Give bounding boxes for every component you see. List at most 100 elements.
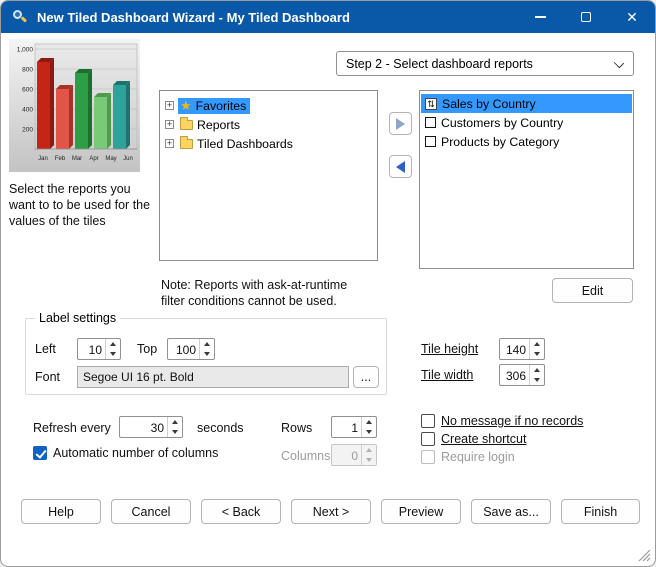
- help-button[interactable]: Help: [21, 499, 101, 524]
- close-icon: ✕: [626, 10, 638, 24]
- columns-spinner: 0: [331, 444, 377, 466]
- finish-button[interactable]: Finish: [561, 499, 640, 524]
- no-message-checkbox[interactable]: No message if no records: [421, 414, 583, 428]
- tile-height-label: Tile height: [421, 342, 478, 356]
- resize-grip[interactable]: [638, 549, 651, 562]
- titlebar[interactable]: New Tiled Dashboard Wizard - My Tiled Da…: [1, 1, 655, 33]
- rows-spinner[interactable]: 1: [331, 416, 377, 438]
- edit-button[interactable]: Edit: [552, 278, 633, 303]
- report-box-icon: [425, 117, 436, 128]
- refresh-value[interactable]: 30: [120, 417, 167, 437]
- step-caption: Select the reports you want to to be use…: [9, 181, 157, 229]
- top-label: Top: [137, 342, 157, 356]
- spinner-down-icon[interactable]: [530, 349, 544, 359]
- spinner-up-icon[interactable]: [362, 417, 376, 427]
- refresh-spinner[interactable]: 30: [119, 416, 183, 438]
- tree-item-favorites[interactable]: + ★Favorites: [160, 96, 377, 115]
- spinner-down-icon[interactable]: [362, 427, 376, 437]
- spinner-up-icon: [362, 445, 376, 455]
- chart-ytick: 600: [22, 87, 33, 94]
- checkbox-icon: [421, 450, 435, 464]
- minimize-icon: [535, 16, 546, 18]
- top-value[interactable]: 100: [168, 339, 199, 359]
- tile-width-label: Tile width: [421, 368, 473, 382]
- chart-thumbnail-image: 1,000 800 600 400 200 Jan Feb Mar Apr Ma…: [9, 39, 140, 172]
- expand-plus-icon[interactable]: +: [165, 101, 174, 110]
- left-label: Left: [35, 342, 56, 356]
- back-button[interactable]: < Back: [201, 499, 281, 524]
- add-report-button[interactable]: [389, 112, 412, 135]
- checkbox-icon[interactable]: [421, 414, 435, 428]
- spinner-up-icon[interactable]: [106, 339, 120, 349]
- spinner-arrows: [167, 417, 182, 437]
- tree-selection: Reports: [178, 117, 244, 133]
- list-item-products-by-category[interactable]: Products by Category: [421, 132, 632, 151]
- app-magnifier-icon: [12, 9, 28, 25]
- preview-button[interactable]: Preview: [381, 499, 461, 524]
- report-box-icon: [425, 136, 436, 147]
- chart-ytick: 400: [22, 107, 33, 114]
- save-as-button[interactable]: Save as...: [471, 499, 551, 524]
- report-tree: + ★Favorites + Reports + Tiled Dashboard…: [159, 90, 378, 261]
- tile-height-value[interactable]: 140: [500, 339, 529, 359]
- chart-xtick: Jan: [38, 156, 48, 162]
- tree-item-reports[interactable]: + Reports: [160, 115, 377, 134]
- top-spinner[interactable]: 100: [167, 338, 215, 360]
- spinner-arrows: [361, 417, 376, 437]
- tree-item-label: Tiled Dashboards: [197, 137, 293, 151]
- spinner-up-icon[interactable]: [200, 339, 214, 349]
- window-controls: ✕: [517, 1, 655, 33]
- columns-value: 0: [332, 445, 361, 465]
- spinner-arrows: [199, 339, 214, 359]
- rows-value[interactable]: 1: [332, 417, 361, 437]
- expand-plus-icon[interactable]: +: [165, 139, 174, 148]
- maximize-button[interactable]: [563, 1, 609, 33]
- list-item-customers-by-country[interactable]: Customers by Country: [421, 113, 632, 132]
- font-browse-button[interactable]: ...: [353, 366, 379, 388]
- selected-reports-list: ⇅ Sales by Country Customers by Country …: [419, 90, 634, 269]
- no-message-label: No message if no records: [441, 414, 583, 428]
- close-button[interactable]: ✕: [609, 1, 655, 33]
- create-shortcut-checkbox[interactable]: Create shortcut: [421, 432, 526, 446]
- spinner-arrows: [361, 445, 376, 465]
- cancel-button[interactable]: Cancel: [111, 499, 191, 524]
- font-label: Font: [35, 370, 60, 384]
- chart-xtick: Jun: [123, 156, 133, 162]
- list-item-label: Products by Category: [441, 135, 559, 149]
- refresh-every-label: Refresh every: [33, 421, 111, 435]
- tile-width-value[interactable]: 306: [500, 365, 529, 385]
- updown-icon: ⇅: [425, 98, 437, 110]
- left-value[interactable]: 10: [78, 339, 105, 359]
- label-settings-legend: Label settings: [35, 311, 120, 325]
- tile-width-spinner[interactable]: 306: [499, 364, 545, 386]
- checkbox-icon[interactable]: [33, 446, 47, 460]
- checkbox-icon[interactable]: [421, 432, 435, 446]
- spinner-up-icon[interactable]: [168, 417, 182, 427]
- spinner-up-icon[interactable]: [530, 365, 544, 375]
- list-item-sales-by-country[interactable]: ⇅ Sales by Country: [421, 94, 632, 113]
- spinner-up-icon[interactable]: [530, 339, 544, 349]
- step-selector-dropdown[interactable]: Step 2 - Select dashboard reports: [336, 51, 634, 76]
- step-selector-value: Step 2 - Select dashboard reports: [346, 57, 533, 71]
- remove-report-button[interactable]: [389, 155, 412, 178]
- spinner-down-icon[interactable]: [168, 427, 182, 437]
- maximize-icon: [581, 12, 591, 22]
- spinner-down-icon[interactable]: [530, 375, 544, 385]
- folder-icon: [180, 120, 193, 130]
- tile-height-spinner[interactable]: 140: [499, 338, 545, 360]
- expand-plus-icon[interactable]: +: [165, 120, 174, 129]
- require-login-checkbox: Require login: [421, 450, 515, 464]
- minimize-button[interactable]: [517, 1, 563, 33]
- list-item-label: Sales by Country: [442, 97, 536, 111]
- require-login-label: Require login: [441, 450, 515, 464]
- auto-columns-checkbox[interactable]: Automatic number of columns: [33, 446, 218, 460]
- tree-item-tiled-dashboards[interactable]: + Tiled Dashboards: [160, 134, 377, 153]
- chevron-down-icon: [614, 58, 624, 68]
- runtime-filter-note: Note: Reports with ask-at-runtime filter…: [161, 277, 401, 310]
- auto-columns-label: Automatic number of columns: [53, 446, 218, 460]
- spinner-down-icon[interactable]: [106, 349, 120, 359]
- font-field[interactable]: Segoe UI 16 pt. Bold: [77, 366, 349, 388]
- left-spinner[interactable]: 10: [77, 338, 121, 360]
- next-button[interactable]: Next >: [291, 499, 371, 524]
- spinner-down-icon[interactable]: [200, 349, 214, 359]
